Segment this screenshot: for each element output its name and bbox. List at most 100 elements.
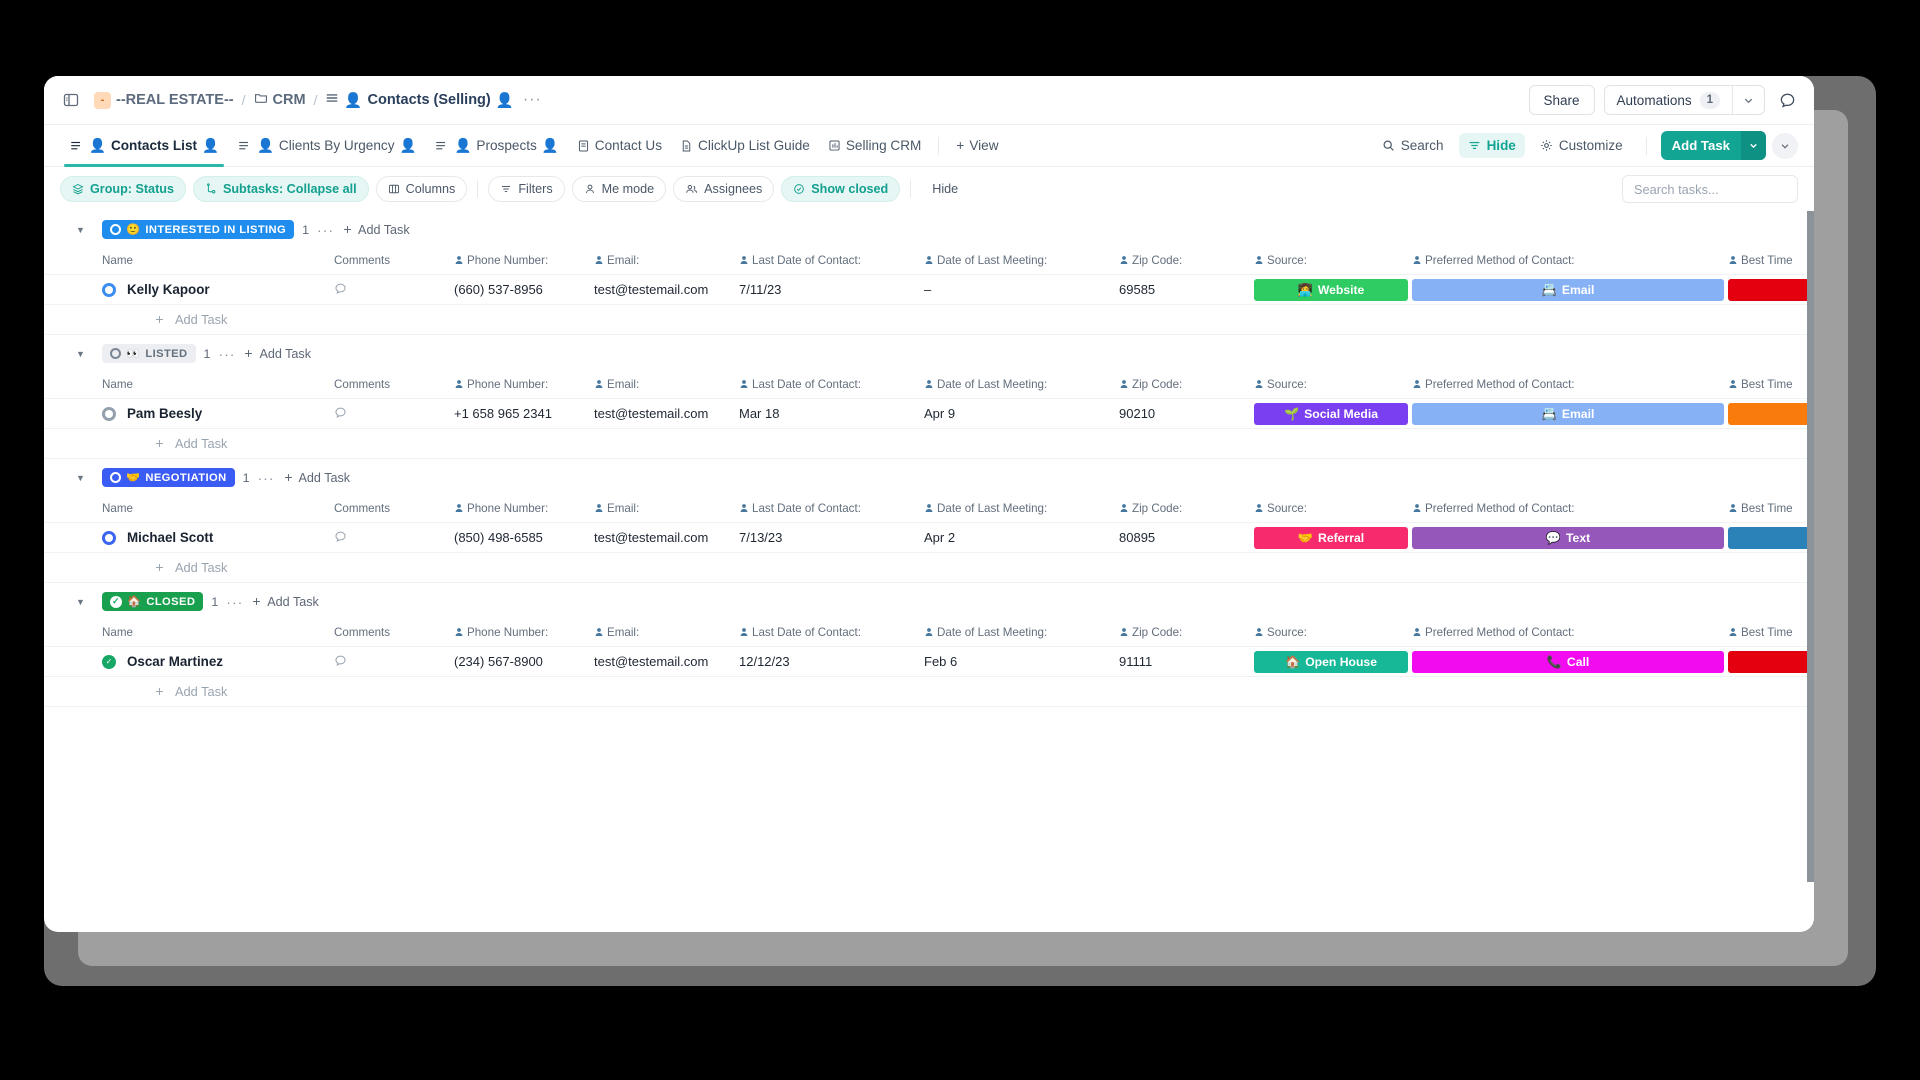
search-button[interactable]: Search [1373,133,1453,158]
best-time-tag[interactable] [1728,650,1814,673]
chip-columns[interactable]: Columns [375,176,468,202]
cell-email[interactable]: test@testemail.com [594,398,739,429]
column-header-zip[interactable]: Zip Code: [1119,496,1254,523]
source-tag[interactable]: 🤝 Referral [1254,526,1408,549]
group-status-badge[interactable]: ✓ 🏠 CLOSED [102,592,204,611]
column-header-comments[interactable]: Comments [334,496,454,523]
group-collapse-toggle[interactable]: ▼ [76,225,85,235]
table-row[interactable]: Michael Scott (850) 498-6585 test@testemai… [44,522,1814,553]
preferred-method-tag[interactable]: 📇 Email [1412,278,1724,301]
column-header-preferred[interactable]: Preferred Method of Contact: [1412,372,1728,399]
add-task-inline-button[interactable]: Add Task [44,560,1814,575]
add-task-row[interactable]: Add Task [44,428,1814,459]
column-header-best-time[interactable]: Best Time [1728,620,1814,647]
best-time-tag[interactable] [1728,402,1814,425]
cell-last-contact[interactable]: 7/11/23 [739,274,924,305]
cell-last-contact[interactable]: 12/12/23 [739,646,924,677]
column-header-last-contact[interactable]: Last Date of Contact: [739,620,924,647]
cell-preferred-method[interactable]: 📞 Call [1412,646,1728,677]
cell-preferred-method[interactable]: 📇 Email [1412,274,1728,305]
task-status-icon[interactable] [102,406,116,421]
column-header-last-meeting[interactable]: Date of Last Meeting: [924,620,1119,647]
column-header-name[interactable]: Name [44,620,334,647]
search-chat-icon[interactable] [1774,87,1800,113]
source-tag[interactable]: 🏠 Open House [1254,650,1408,673]
cell-phone[interactable]: (234) 567-8900 [454,646,594,677]
cell-zip[interactable]: 80895 [1119,522,1254,553]
hide-button[interactable]: Hide [1458,133,1525,158]
cell-preferred-method[interactable]: 💬 Text [1412,522,1728,553]
cell-last-meeting[interactable]: Apr 9 [924,398,1119,429]
comment-bubble-icon[interactable] [334,531,347,546]
cell-email[interactable]: test@testemail.com [594,646,739,677]
cell-last-meeting[interactable]: Apr 2 [924,522,1119,553]
chip-filters[interactable]: Filters [488,176,565,202]
cell-best-time[interactable] [1728,646,1814,677]
customize-button[interactable]: Customize [1531,133,1632,158]
column-header-source[interactable]: Source: [1254,620,1412,647]
cell-phone[interactable]: (660) 537-8956 [454,274,594,305]
column-header-source[interactable]: Source: [1254,496,1412,523]
column-header-source[interactable]: Source: [1254,248,1412,275]
column-header-comments[interactable]: Comments [334,372,454,399]
breadcrumb-item-list[interactable]: 👤 Contacts (Selling) 👤 [325,91,514,109]
column-header-zip[interactable]: Zip Code: [1119,248,1254,275]
group-more-icon[interactable]: ··· [218,346,235,362]
cell-phone[interactable]: +1 658 965 2341 [454,398,594,429]
column-header-name[interactable]: Name [44,372,334,399]
group-status-badge[interactable]: 🤝 NEGOTIATION [102,468,235,487]
column-header-preferred[interactable]: Preferred Method of Contact: [1412,496,1728,523]
comment-bubble-icon[interactable] [334,407,347,422]
cell-name[interactable]: ✓ Oscar Martinez [44,646,334,677]
comment-bubble-icon[interactable] [334,655,347,670]
cell-comments[interactable] [334,646,454,677]
chip-hide[interactable]: Hide [921,176,970,202]
cell-best-time[interactable] [1728,522,1814,553]
column-header-source[interactable]: Source: [1254,372,1412,399]
cell-comments[interactable] [334,274,454,305]
cell-source[interactable]: 👩‍💻 Website [1254,274,1412,305]
add-task-row[interactable]: Add Task [44,552,1814,583]
cell-source[interactable]: 🏠 Open House [1254,646,1412,677]
group-add-task-button[interactable]: Add Task [342,223,410,237]
column-header-email[interactable]: Email: [594,496,739,523]
tab-clients-by-urgency[interactable]: 👤 Clients By Urgency 👤 [228,125,425,167]
column-header-email[interactable]: Email: [594,620,739,647]
cell-email[interactable]: test@testemail.com [594,522,739,553]
group-collapse-toggle[interactable]: ▼ [76,349,85,359]
column-header-best-time[interactable]: Best Time [1728,496,1814,523]
cell-name[interactable]: Pam Beesly [44,398,334,429]
add-task-inline-button[interactable]: Add Task [44,436,1814,451]
cell-last-contact[interactable]: 7/13/23 [739,522,924,553]
search-tasks-input[interactable]: Search tasks... [1622,175,1798,203]
preferred-method-tag[interactable]: 💬 Text [1412,526,1724,549]
column-header-preferred[interactable]: Preferred Method of Contact: [1412,248,1728,275]
cell-source[interactable]: 🌱 Social Media [1254,398,1412,429]
column-header-name[interactable]: Name [44,248,334,275]
breadcrumb-item-folder[interactable]: CRM [254,91,306,109]
preferred-method-tag[interactable]: 📇 Email [1412,402,1724,425]
column-header-phone[interactable]: Phone Number: [454,372,594,399]
best-time-tag[interactable] [1728,278,1814,301]
column-header-last-meeting[interactable]: Date of Last Meeting: [924,496,1119,523]
source-tag[interactable]: 👩‍💻 Website [1254,278,1408,301]
group-add-task-button[interactable]: Add Task [243,347,311,361]
cell-email[interactable]: test@testemail.com [594,274,739,305]
table-row[interactable]: Kelly Kapoor (660) 537-8956 test@testemail… [44,274,1814,305]
task-status-icon[interactable] [102,530,116,545]
share-button[interactable]: Share [1528,85,1595,115]
cell-zip[interactable]: 90210 [1119,398,1254,429]
add-view-button[interactable]: + View [947,125,1007,167]
chip-assignees[interactable]: Assignees [673,176,775,202]
column-header-phone[interactable]: Phone Number: [454,496,594,523]
column-header-zip[interactable]: Zip Code: [1119,372,1254,399]
tab-selling-crm[interactable]: Selling CRM [819,125,931,167]
group-status-badge[interactable]: 👀 LISTED [102,344,196,363]
chip-subtasks[interactable]: Subtasks: Collapse all [192,176,369,202]
task-status-icon[interactable] [102,282,116,297]
group-collapse-toggle[interactable]: ▼ [76,597,85,607]
add-task-cell[interactable]: Add Task [44,676,1814,707]
chip-show-closed[interactable]: Show closed [781,176,901,202]
breadcrumb-more-icon[interactable]: ··· [521,91,544,109]
column-header-last-contact[interactable]: Last Date of Contact: [739,372,924,399]
